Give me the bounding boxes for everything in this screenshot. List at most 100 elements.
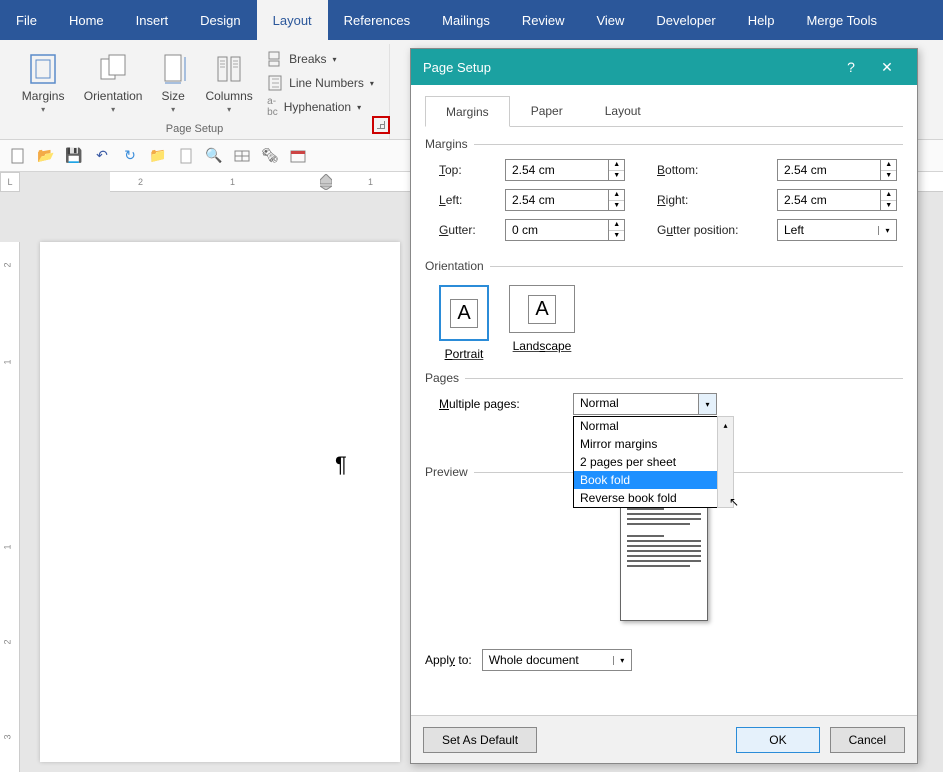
tab-references[interactable]: References — [328, 0, 426, 40]
search-icon[interactable]: 🔍 — [206, 148, 222, 164]
right-spinner[interactable]: ▲▼ — [777, 189, 897, 211]
tab-design[interactable]: Design — [184, 0, 256, 40]
columns-icon — [213, 53, 245, 85]
tab-file[interactable]: File — [0, 0, 53, 40]
tab-developer[interactable]: Developer — [640, 0, 731, 40]
table-icon[interactable] — [234, 148, 250, 164]
dropdown-caret-icon: ▾ — [333, 55, 337, 64]
tab-merge-tools[interactable]: Merge Tools — [790, 0, 893, 40]
option-normal[interactable]: Normal — [574, 417, 717, 435]
spin-up-icon[interactable]: ▲ — [881, 190, 896, 201]
ribbon-tabs: File Home Insert Design Layout Reference… — [0, 0, 943, 40]
document-page[interactable]: ¶ — [40, 242, 400, 762]
left-input[interactable] — [506, 190, 608, 210]
preview-page — [620, 497, 708, 621]
vertical-ruler[interactable]: 2 1 1 2 3 — [0, 242, 20, 772]
right-input[interactable] — [778, 190, 880, 210]
bottom-spinner[interactable]: ▲▼ — [777, 159, 897, 181]
multiple-pages-dropdown[interactable]: Normal Mirror margins 2 pages per sheet … — [573, 416, 718, 508]
tab-help[interactable]: Help — [732, 0, 791, 40]
dropdown-caret-icon[interactable]: ▾ — [698, 394, 716, 414]
multiple-pages-combo[interactable]: Normal ▾ Normal Mirror margins 2 pages p… — [573, 393, 717, 415]
ok-button[interactable]: OK — [736, 727, 819, 753]
open-icon[interactable]: 📂 — [38, 148, 54, 164]
gutter-input[interactable] — [506, 220, 608, 240]
scroll-up-icon[interactable]: ▴ — [718, 417, 733, 433]
option-2-pages-per-sheet[interactable]: 2 pages per sheet — [574, 453, 717, 471]
gutter-label: Gutter: — [439, 223, 495, 237]
set-as-default-button[interactable]: Set As Default — [423, 727, 537, 753]
dropdown-caret-icon: ▾ — [357, 103, 361, 112]
columns-label: Columns — [205, 89, 252, 103]
spin-down-icon[interactable]: ▼ — [881, 201, 896, 211]
top-spinner[interactable]: ▲▼ — [505, 159, 625, 181]
bottom-input[interactable] — [778, 160, 880, 180]
breaks-button[interactable]: Breaks ▾ — [263, 48, 378, 70]
page-icon[interactable] — [178, 148, 194, 164]
option-mirror-margins[interactable]: Mirror margins — [574, 435, 717, 453]
spin-up-icon[interactable]: ▲ — [609, 160, 624, 171]
calendar-icon[interactable] — [290, 148, 306, 164]
tab-review[interactable]: Review — [506, 0, 581, 40]
spin-down-icon[interactable]: ▼ — [609, 231, 624, 241]
spin-down-icon[interactable]: ▼ — [609, 201, 624, 211]
margins-legend: Margins — [425, 137, 474, 151]
folder-icon[interactable]: 📁 — [150, 148, 166, 164]
spin-down-icon[interactable]: ▼ — [881, 171, 896, 181]
pilcrow-icon: ¶ — [335, 452, 347, 478]
option-book-fold[interactable]: Book fold — [574, 471, 717, 489]
gutter-position-value: Left — [778, 223, 878, 237]
dialog-titlebar[interactable]: Page Setup ? ✕ — [411, 49, 917, 85]
multiple-pages-label: Multiple pages: — [439, 397, 549, 411]
help-button[interactable]: ? — [833, 49, 869, 85]
apply-to-label: Apply to: — [425, 653, 472, 667]
save-icon[interactable]: 💾 — [66, 148, 82, 164]
spin-down-icon[interactable]: ▼ — [609, 171, 624, 181]
dialog-title: Page Setup — [423, 60, 491, 75]
line-numbers-button[interactable]: Line Numbers ▾ — [263, 72, 378, 94]
tab-view[interactable]: View — [580, 0, 640, 40]
page-setup-dialog-launcher[interactable] — [372, 116, 390, 134]
close-button[interactable]: ✕ — [869, 49, 905, 85]
ruler-corner: L — [0, 172, 20, 192]
pages-legend: Pages — [425, 371, 465, 385]
top-input[interactable] — [506, 160, 608, 180]
margins-button[interactable]: Margins ▾ — [11, 44, 75, 114]
dropdown-caret-icon[interactable]: ▾ — [613, 656, 631, 665]
portrait-button[interactable]: A Portrait — [439, 285, 489, 361]
spin-up-icon[interactable]: ▲ — [881, 160, 896, 171]
cancel-button[interactable]: Cancel — [830, 727, 905, 753]
landscape-button[interactable]: A Landscape — [509, 285, 575, 361]
spin-up-icon[interactable]: ▲ — [609, 190, 624, 201]
undo-icon[interactable]: ↶ — [94, 148, 110, 164]
size-button[interactable]: Size ▾ — [151, 44, 195, 114]
tab-mailings[interactable]: Mailings — [426, 0, 506, 40]
tab-margins[interactable]: Margins — [425, 96, 510, 127]
tab-insert[interactable]: Insert — [120, 0, 185, 40]
structure-icon[interactable]: 🗞 — [262, 148, 278, 164]
redo-icon[interactable]: ↻ — [122, 148, 138, 164]
landscape-label: Landscape — [513, 339, 572, 353]
orientation-label: Orientation — [84, 89, 143, 103]
gutter-position-combo[interactable]: Left▾ — [777, 219, 897, 241]
tab-layout[interactable]: Layout — [257, 0, 328, 40]
dropdown-caret-icon: ▾ — [171, 105, 175, 114]
spin-up-icon[interactable]: ▲ — [609, 220, 624, 231]
orientation-button[interactable]: Orientation ▾ — [81, 44, 145, 114]
gutter-spinner[interactable]: ▲▼ — [505, 219, 625, 241]
left-spinner[interactable]: ▲▼ — [505, 189, 625, 211]
breaks-icon — [267, 51, 283, 67]
tab-home[interactable]: Home — [53, 0, 120, 40]
new-icon[interactable] — [10, 148, 26, 164]
margins-label: Margins — [22, 89, 65, 103]
tab-layout-dlg[interactable]: Layout — [584, 95, 662, 126]
pages-fieldset: Pages Multiple pages: Normal ▾ Normal Mi… — [425, 371, 903, 415]
dropdown-caret-icon[interactable]: ▾ — [878, 226, 896, 235]
apply-to-value: Whole document — [483, 653, 613, 667]
option-reverse-book-fold[interactable]: Reverse book fold — [574, 489, 717, 507]
dropdown-caret-icon: ▾ — [370, 79, 374, 88]
apply-to-combo[interactable]: Whole document▾ — [482, 649, 632, 671]
columns-button[interactable]: Columns ▾ — [201, 44, 257, 114]
hyphenation-button[interactable]: a-bc Hyphenation ▾ — [263, 96, 378, 118]
tab-paper[interactable]: Paper — [510, 95, 584, 126]
